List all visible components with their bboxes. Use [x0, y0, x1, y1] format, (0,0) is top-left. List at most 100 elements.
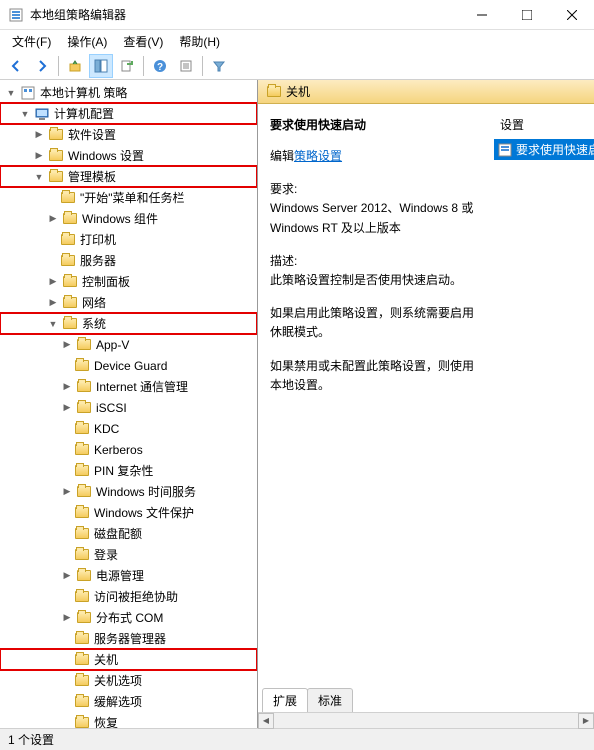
- detail-panel: 关机 要求使用快速启动 编辑策略设置 要求: Windows Server 20…: [258, 80, 594, 728]
- tree-pin-complexity[interactable]: PIN 复杂性: [0, 460, 257, 481]
- menu-view[interactable]: 查看(V): [115, 31, 171, 52]
- forward-button[interactable]: [30, 54, 54, 78]
- tree-access-denied[interactable]: 访问被拒绝协助: [0, 586, 257, 607]
- folder-icon: [48, 127, 64, 143]
- chevron-down-icon[interactable]: ▼: [4, 86, 18, 100]
- tree-kerberos[interactable]: Kerberos: [0, 439, 257, 460]
- chevron-right-icon[interactable]: ▶: [60, 485, 74, 499]
- properties-button[interactable]: [174, 54, 198, 78]
- chevron-right-icon[interactable]: ▶: [60, 338, 74, 352]
- folder-icon: [74, 421, 90, 437]
- tab-standard[interactable]: 标准: [307, 688, 353, 712]
- folder-icon: [48, 169, 64, 185]
- tree-logon[interactable]: 登录: [0, 544, 257, 565]
- tree-label: Windows 组件: [82, 210, 158, 227]
- tree-label: 访问被拒绝协助: [94, 588, 178, 605]
- policy-root-icon: [20, 85, 36, 101]
- tree-computer-config[interactable]: ▼ 计算机配置: [0, 103, 257, 124]
- tree-mitigation-options[interactable]: 缓解选项: [0, 691, 257, 712]
- tree-label: 缓解选项: [94, 693, 142, 710]
- tree-kdc[interactable]: KDC: [0, 418, 257, 439]
- filter-button[interactable]: [207, 54, 231, 78]
- tree-network[interactable]: ▶ 网络: [0, 292, 257, 313]
- chevron-right-icon[interactable]: ▶: [60, 380, 74, 394]
- tree-recovery[interactable]: 恢复: [0, 712, 257, 728]
- tree-label: 电源管理: [96, 567, 144, 584]
- tree-windows-time[interactable]: ▶ Windows 时间服务: [0, 481, 257, 502]
- tree-disk-quota[interactable]: 磁盘配额: [0, 523, 257, 544]
- horizontal-scrollbar[interactable]: ◀ ▶: [258, 712, 594, 728]
- folder-icon: [60, 232, 76, 248]
- menu-file[interactable]: 文件(F): [4, 31, 59, 52]
- tree-windows-settings[interactable]: ▶ Windows 设置: [0, 145, 257, 166]
- tree-internet-comm[interactable]: ▶ Internet 通信管理: [0, 376, 257, 397]
- export-button[interactable]: [115, 54, 139, 78]
- tree-root[interactable]: ▼ 本地计算机 策略: [0, 82, 257, 103]
- tree-printer[interactable]: 打印机: [0, 229, 257, 250]
- chevron-right-icon[interactable]: ▶: [46, 212, 60, 226]
- chevron-right-icon[interactable]: ▶: [46, 296, 60, 310]
- folder-icon: [76, 568, 92, 584]
- tree-system[interactable]: ▼ 系统: [0, 313, 257, 334]
- tree-panel[interactable]: ▼ 本地计算机 策略 ▼ 计算机配置 ▶ 软件设置 ▶ Windows 设置 ▼…: [0, 80, 258, 728]
- folder-icon: [74, 463, 90, 479]
- tab-extended[interactable]: 扩展: [262, 688, 308, 712]
- tree-label: Windows 设置: [68, 147, 144, 164]
- tree-label: 磁盘配额: [94, 525, 142, 542]
- folder-icon: [62, 274, 78, 290]
- chevron-down-icon[interactable]: ▼: [32, 170, 46, 184]
- chevron-right-icon[interactable]: ▶: [60, 401, 74, 415]
- help-button[interactable]: ?: [148, 54, 172, 78]
- edit-policy-link[interactable]: 策略设置: [294, 149, 342, 163]
- tree-windows-components[interactable]: ▶ Windows 组件: [0, 208, 257, 229]
- tree-server-mgr[interactable]: 服务器管理器: [0, 628, 257, 649]
- tree-appv[interactable]: ▶ App-V: [0, 334, 257, 355]
- chevron-right-icon[interactable]: ▶: [46, 275, 60, 289]
- chevron-right-icon[interactable]: ▶: [32, 128, 46, 142]
- folder-icon: [62, 211, 78, 227]
- scroll-left-button[interactable]: ◀: [258, 713, 274, 729]
- tree-shutdown-options[interactable]: 关机选项: [0, 670, 257, 691]
- settings-column: 设置 要求使用快速启: [494, 116, 594, 160]
- description-label: 描述:: [270, 252, 480, 271]
- folder-icon: [76, 400, 92, 416]
- scroll-right-button[interactable]: ▶: [578, 713, 594, 729]
- settings-list-item[interactable]: 要求使用快速启: [494, 139, 594, 160]
- tree-label: Device Guard: [94, 359, 167, 373]
- close-button[interactable]: [549, 0, 594, 29]
- back-button[interactable]: [4, 54, 28, 78]
- chevron-right-icon[interactable]: ▶: [32, 149, 46, 163]
- requirements-label: 要求:: [270, 180, 480, 199]
- titlebar-text: 本地组策略编辑器: [30, 6, 459, 23]
- tree-label: iSCSI: [96, 401, 127, 415]
- up-button[interactable]: [63, 54, 87, 78]
- tree-control-panel[interactable]: ▶ 控制面板: [0, 271, 257, 292]
- tree-shutdown[interactable]: 关机: [0, 649, 257, 670]
- tree-software-settings[interactable]: ▶ 软件设置: [0, 124, 257, 145]
- menu-help[interactable]: 帮助(H): [171, 31, 228, 52]
- app-icon: [8, 7, 24, 23]
- chevron-right-icon[interactable]: ▶: [60, 611, 74, 625]
- toolbar-separator: [202, 56, 203, 76]
- tree-power-mgmt[interactable]: ▶ 电源管理: [0, 565, 257, 586]
- folder-icon: [74, 652, 90, 668]
- tree-dcom[interactable]: ▶ 分布式 COM: [0, 607, 257, 628]
- tree-device-guard[interactable]: Device Guard: [0, 355, 257, 376]
- description-text: 此策略设置控制是否使用快速启动。: [270, 271, 480, 290]
- menu-action[interactable]: 操作(A): [59, 31, 115, 52]
- maximize-button[interactable]: [504, 0, 549, 29]
- settings-item-label: 要求使用快速启: [516, 141, 594, 158]
- minimize-button[interactable]: [459, 0, 504, 29]
- tree-windows-file-protect[interactable]: Windows 文件保护: [0, 502, 257, 523]
- tree-admin-templates[interactable]: ▼ 管理模板: [0, 166, 257, 187]
- chevron-right-icon[interactable]: ▶: [60, 569, 74, 583]
- chevron-down-icon[interactable]: ▼: [46, 317, 60, 331]
- folder-icon: [74, 442, 90, 458]
- tree-iscsi[interactable]: ▶ iSCSI: [0, 397, 257, 418]
- tree-start-menu[interactable]: "开始"菜单和任务栏: [0, 187, 257, 208]
- toolbar-separator: [58, 56, 59, 76]
- show-hide-tree-button[interactable]: [89, 54, 113, 78]
- tree-server[interactable]: 服务器: [0, 250, 257, 271]
- folder-icon: [74, 589, 90, 605]
- chevron-down-icon[interactable]: ▼: [18, 107, 32, 121]
